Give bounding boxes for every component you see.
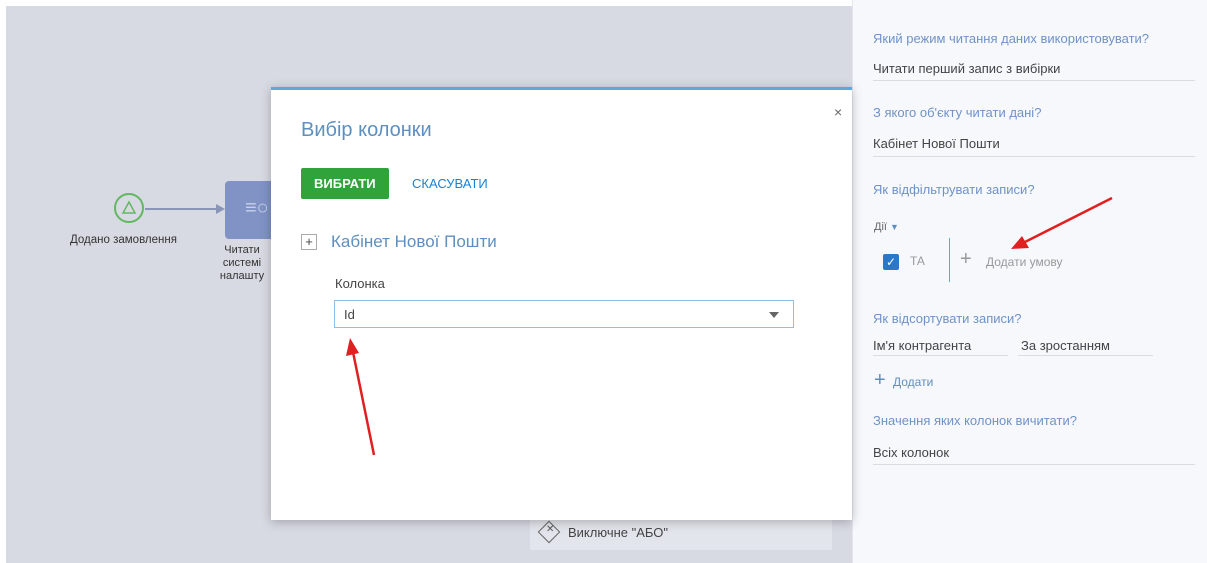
annotation-layer [346,196,1113,456]
annotation-arrow [346,338,376,456]
annotation-arrow [1011,196,1113,249]
